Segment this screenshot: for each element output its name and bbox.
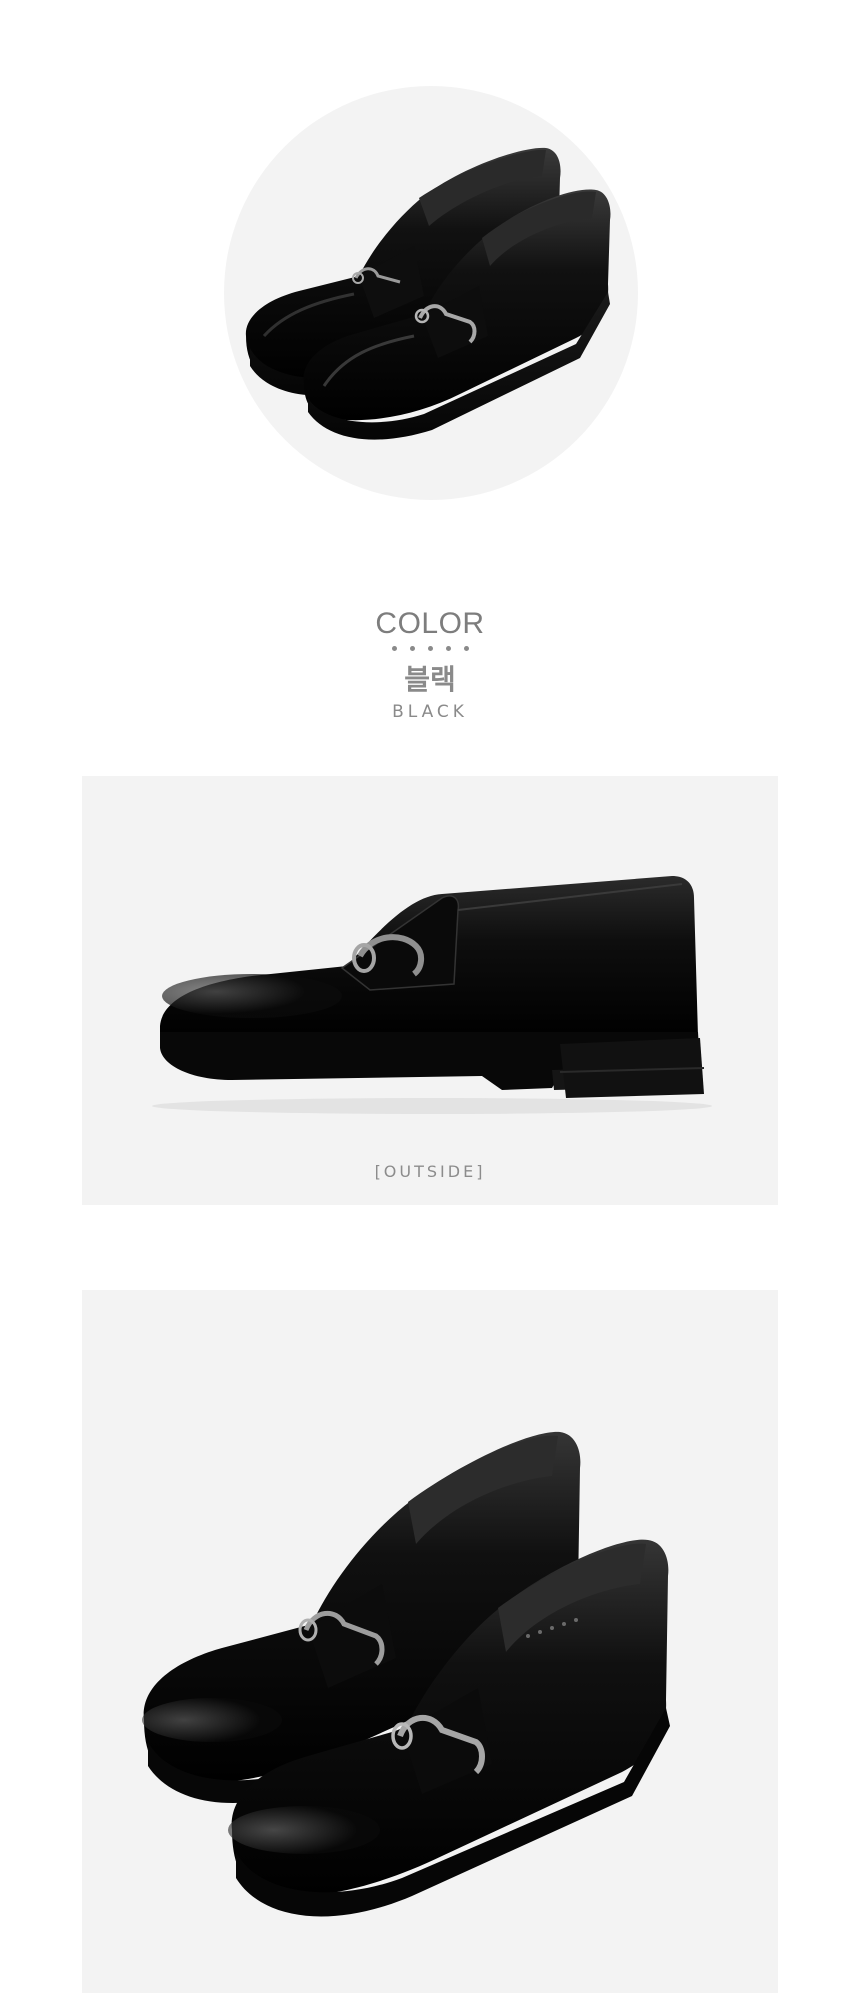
dot-divider: [0, 646, 860, 651]
outside-caption: [OUTSIDE]: [374, 1162, 486, 1181]
color-name-korean: 블랙: [404, 663, 456, 696]
loafer-side-profile-image: [152, 876, 712, 1114]
divider-dot: [445, 646, 451, 651]
loafer-pair-closeup-image: [142, 1431, 670, 1917]
color-name-english: BLACK: [392, 702, 468, 722]
color-section: COLOR 블랙 BLACK: [0, 606, 860, 723]
divider-dot: [427, 646, 433, 651]
divider-dot: [409, 646, 415, 651]
outside-detail-panel: [OUTSIDE]: [82, 776, 778, 1205]
hero-product-image: [224, 86, 638, 500]
color-heading: COLOR: [375, 607, 485, 640]
divider-dot: [391, 646, 397, 651]
divider-dot: [463, 646, 469, 651]
loafer-pair-illustration: [245, 147, 611, 440]
pair-detail-panel: [82, 1290, 778, 1993]
